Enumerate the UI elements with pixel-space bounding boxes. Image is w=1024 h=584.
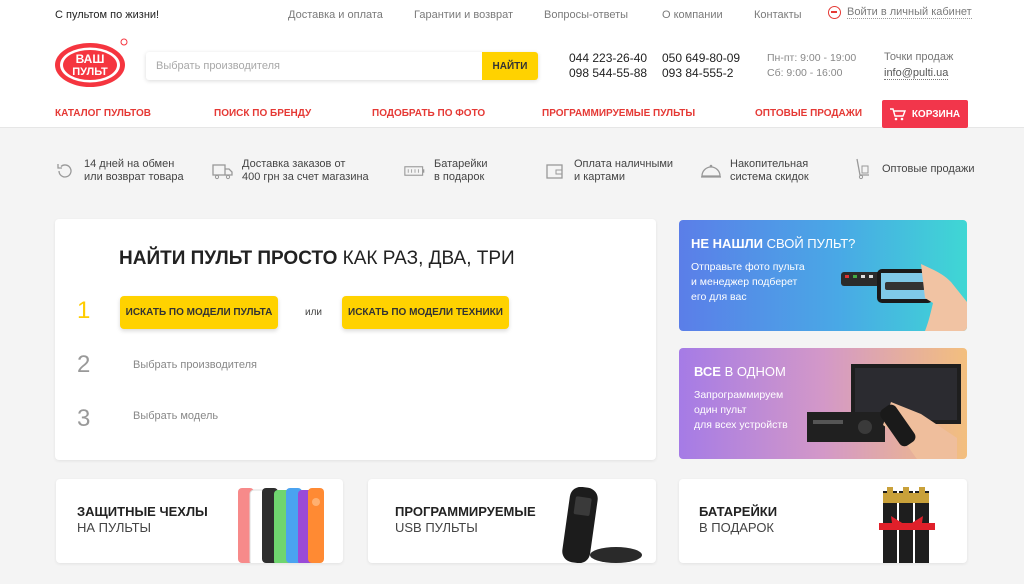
programmable-remote-image [562,487,642,563]
nav-photo-search[interactable]: ПОДОБРАТЬ ПО ФОТО [372,108,485,119]
nav-programmable[interactable]: ПРОГРАММИРУЕМЫЕ ПУЛЬТЫ [542,108,695,119]
promo1-text: Отправьте фото пульта и менеджер подбере… [691,261,805,303]
feature-batteries-text: Батарейки в подарок [434,158,488,183]
card-usb-remotes[interactable]: ПРОГРАММИРУЕМЫЕ USB ПУЛЬТЫ [368,479,656,563]
card-protective-cases[interactable]: ЗАЩИТНЫЕ ЧЕХЛЫ НА ПУЛЬТЫ [56,479,343,563]
cloche-icon [700,160,722,182]
svg-text:ВАШ: ВАШ [76,52,105,66]
search-button[interactable]: НАЙТИ [482,52,538,80]
slogan: С пультом по жизни! [55,9,160,21]
nav-catalog[interactable]: КАТАЛОГ ПУЛЬТОВ [55,108,151,119]
nav-about-link[interactable]: О компании [662,9,723,21]
phone-3[interactable]: 050 649-80-09 [662,51,740,65]
card-batteries[interactable]: БАТАРЕЙКИ В ПОДАРОК [679,479,967,563]
cart-button[interactable]: КОРЗИНА [882,100,968,128]
email-link[interactable]: info@pulti.ua [884,67,949,80]
battery-icon [404,160,426,182]
nav-wholesale[interactable]: ОПТОВЫЕ ПРОДАЖИ [755,108,862,119]
hours-weekdays: Пн-пт: 9:00 - 19:00 [767,52,857,64]
promo-photo-search[interactable]: НЕ НАШЛИ СВОЙ ПУЛЬТ? Отправьте фото пуль… [679,220,967,331]
login-link[interactable]: Войти в личный кабинет [828,6,972,19]
cases-title: ЗАЩИТНЫЕ ЧЕХЛЫ [77,504,208,519]
usb-subtitle: USB ПУЛЬТЫ [395,520,478,535]
remote-finder: НАЙТИ ПУЛЬТ ПРОСТО КАК РАЗ, ДВА, ТРИ 1 И… [55,219,656,460]
feature-payment-text: Оплата наличными и картами [574,158,674,183]
points-of-sale-link[interactable]: Точки продаж [884,51,953,63]
finder-title: НАЙТИ ПУЛЬТ ПРОСТО КАК РАЗ, ДВА, ТРИ [119,248,515,269]
login-icon [828,6,841,19]
phone-2[interactable]: 098 544-55-88 [569,66,647,80]
cart-icon [889,107,906,120]
feature-discounts: Накопительная система скидок [700,158,809,184]
truck-icon [212,160,234,182]
feature-payment: Оплата наличными и картами [544,158,673,184]
batteries-gift-image [879,487,935,563]
batteries-title: БАТАРЕЙКИ [699,504,778,519]
select-model[interactable]: Выбрать модель [133,410,218,422]
feature-wholesale-text: Оптовые продажи [882,162,975,175]
hours-saturday: Сб: 9:00 - 16:00 [767,67,843,79]
login-text: Войти в личный кабинет [847,6,972,19]
promo-all-in-one[interactable]: ВСЕ В ОДНОМ Запрограммируем один пульт д… [679,348,967,459]
return-icon [54,160,76,182]
step-3-number: 3 [77,405,91,432]
search-by-remote-model-button[interactable]: ИСКАТЬ ПО МОДЕЛИ ПУЛЬТА [120,296,278,329]
phone-4[interactable]: 093 84-555-2 [662,66,733,80]
logo-mark: ВАШ ПУЛЬТ [55,38,128,87]
feature-return: 14 дней на обмен или возврат товара [54,158,184,184]
wallet-icon [544,160,566,182]
logo[interactable]: ВАШ ПУЛЬТ [54,38,128,88]
feature-wholesale: Оптовые продажи [852,158,974,180]
step-2-number: 2 [77,351,91,378]
select-manufacturer[interactable]: Выбрать производителя [133,359,257,371]
promo1-title: НЕ НАШЛИ СВОЙ ПУЛЬТ? [691,236,856,251]
feature-batteries: Батарейки в подарок [404,158,487,184]
promo2-text: Запрограммируем один пульт для всех устр… [694,389,788,431]
search-box: НАЙТИ [146,52,538,80]
phone-1[interactable]: 044 223-26-40 [569,51,647,65]
nav-brand-search[interactable]: ПОИСК ПО БРЕНДУ [214,108,311,119]
features-strip: 14 дней на обмен или возврат товара Дост… [0,150,1024,190]
tv-and-receiver-illustration [807,364,961,459]
promo2-title: ВСЕ В ОДНОМ [694,364,786,379]
header: ВАШ ПУЛЬТ НАЙТИ 044 223-26-40 098 544-55… [0,30,1024,128]
batteries-subtitle: В ПОДАРОК [699,520,774,535]
search-by-device-model-button[interactable]: ИСКАТЬ ПО МОДЕЛИ ТЕХНИКИ [342,296,509,329]
feature-delivery: Доставка заказов от 400 грн за счет мага… [212,158,369,184]
cart-label: КОРЗИНА [911,108,961,120]
feature-delivery-text: Доставка заказов от 400 грн за счет мага… [242,158,369,183]
nav-faq-link[interactable]: Вопросы-ответы [544,9,628,21]
nav-warranty-link[interactable]: Гарантии и возврат [414,9,513,21]
feature-return-text: 14 дней на обмен или возврат товара [84,158,184,183]
nav-contacts-link[interactable]: Контакты [754,9,802,21]
nav-delivery-link[interactable]: Доставка и оплата [288,9,383,21]
phone-photo-illustration [841,264,967,331]
feature-discounts-text: Накопительная система скидок [730,158,809,183]
search-input[interactable] [146,52,482,80]
colored-cases-image [238,488,324,563]
topbar: С пультом по жизни! Доставка и оплата Га… [0,0,1024,30]
or-label: или [305,307,323,318]
step-1-number: 1 [77,297,91,324]
usb-title: ПРОГРАММИРУЕМЫЕ [395,504,536,519]
hand-truck-icon [852,158,874,180]
cases-subtitle: НА ПУЛЬТЫ [77,520,152,535]
svg-text:ПУЛЬТ: ПУЛЬТ [72,66,108,78]
